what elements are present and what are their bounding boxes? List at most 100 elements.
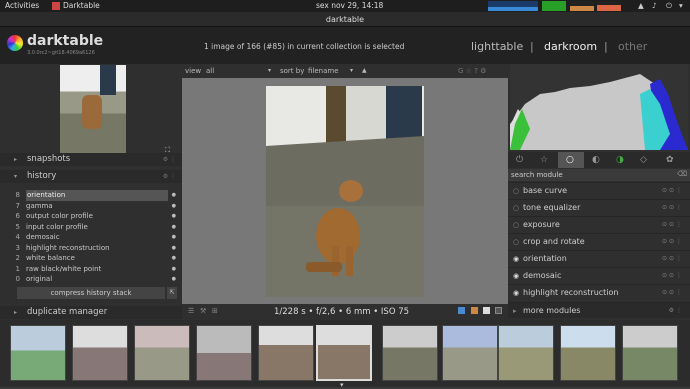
history-section[interactable]: ▾ history ⚙ ⋮ (0, 170, 182, 183)
history-item[interactable]: 7 gamma ● (8, 201, 178, 212)
clock[interactable]: sex nov 29, 14:18 (316, 1, 383, 10)
activities-button[interactable]: Activities (5, 1, 39, 10)
version: 3.0.0rc2~git18.4069a6126 (27, 50, 95, 56)
volume-icon[interactable]: ♪ (652, 1, 657, 10)
star-icon[interactable]: ☆ (540, 155, 548, 165)
history-item[interactable]: 8 orientation ● (8, 190, 178, 201)
view-lighttable[interactable]: lighttable (471, 40, 523, 53)
view-darkroom[interactable]: darkroom (544, 40, 597, 53)
left-panel: ⛶ ▸ snapshots ⚙ ⋮ ▾ history ⚙ ⋮ 8 orienta… (0, 64, 182, 320)
darktable-logo-icon (7, 35, 23, 51)
filmstrip-thumbnail[interactable] (196, 325, 252, 381)
collapse-arrow-icon: ▸ (14, 309, 18, 316)
sort-label: sort by (280, 67, 305, 75)
photo-dog (266, 86, 424, 297)
filmstrip-thumbnail[interactable] (622, 325, 678, 381)
view-separator: | (604, 40, 608, 53)
collapse-arrow-icon: ▸ (14, 156, 18, 163)
more-modules-section[interactable]: ▸ more modules ⚙⋮ (508, 302, 690, 318)
history-item[interactable]: 1 raw black/white point ● (8, 264, 178, 275)
sort-direction-icon[interactable]: ▲ (362, 67, 367, 74)
circle-icon[interactable]: ○ (566, 155, 574, 165)
gamut-icon[interactable] (471, 307, 478, 314)
navigation-thumbnail[interactable] (60, 65, 126, 153)
duplicate-manager-section[interactable]: ▸ duplicate manager (0, 306, 182, 319)
focus-peaking-icon[interactable] (483, 307, 490, 314)
chevron-down-icon[interactable]: ▾ (340, 381, 344, 389)
history-item[interactable]: 4 demosaic ● (8, 232, 178, 243)
compress-history-button[interactable]: compress history stack (17, 287, 165, 299)
history-item[interactable]: 2 white balance ● (8, 253, 178, 264)
history-item[interactable]: 6 output color profile ● (8, 211, 178, 222)
color-icon[interactable]: ◑ (616, 155, 624, 165)
effects-icon[interactable]: ✿ (666, 155, 674, 165)
styles-icon[interactable]: ☰ (188, 307, 194, 315)
module-tone-equalizer[interactable]: ○ tone equalizer ⊙⊙⋮ (508, 199, 690, 215)
correct-icon[interactable]: ◇ (640, 155, 647, 165)
preset-icon[interactable]: ⚙ ⋮ (163, 170, 176, 183)
filmstrip-thumbnail[interactable] (72, 325, 128, 381)
net-graph (597, 1, 621, 11)
view-other[interactable]: other (618, 40, 647, 53)
history-item[interactable]: 0 original ● (8, 274, 178, 285)
history-item[interactable]: 3 highlight reconstruction ● (8, 243, 178, 254)
logo-text: darktable (27, 33, 104, 49)
filmstrip-thumbnail[interactable] (10, 325, 66, 381)
history-list: 8 orientation ● 7 gamma ● 6 output color prof… (8, 190, 178, 285)
collection-info: 1 image of 166 (#85) in current collecti… (204, 42, 405, 51)
power-icon[interactable]: ⏻ (666, 1, 672, 11)
module-demosaic[interactable]: ◉ demosaic ⊙⊙⋮ (508, 267, 690, 283)
filmstrip-thumbnail[interactable] (560, 325, 616, 381)
swap-graph (570, 1, 594, 11)
tone-icon[interactable]: ◐ (592, 155, 600, 165)
module-base-curve[interactable]: ○ base curve ⊙⊙⋮ (508, 182, 690, 198)
memory-graph (542, 1, 566, 11)
system-top-bar: Activities Darktable sex nov 29, 14:18 ▲… (0, 0, 690, 12)
search-module-label: search module (511, 171, 563, 179)
filmstrip-thumbnail-selected[interactable] (316, 325, 372, 381)
module-group-tabs: ⏻ ☆ ○ ◐ ◑ ◇ ✿ (508, 152, 690, 168)
history-label: history (27, 171, 57, 181)
overexposed-icon[interactable] (495, 307, 502, 314)
filmstrip-thumbnail[interactable] (442, 325, 498, 381)
darktable-app-icon (52, 2, 60, 10)
module-orientation[interactable]: ◉ orientation ⊙⊙⋮ (508, 250, 690, 266)
chevron-down-icon[interactable]: ▾ (679, 1, 683, 10)
chevron-down-icon[interactable]: ▾ (350, 67, 353, 74)
power-icon[interactable]: ⏻ (516, 155, 523, 165)
snapshots-label: snapshots (27, 154, 71, 164)
top-toolbar: view all ▾ sort by filename ▾ ▲ G ☆ ? ⚙ (182, 64, 508, 78)
toolbar-icons[interactable]: G ☆ ? ⚙ (458, 67, 486, 75)
network-icon[interactable]: ▲ (638, 1, 644, 10)
view-separator: | (530, 40, 534, 53)
bottom-toolbar: ☰ ⚒ ⊞ 1/228 s • f/2,6 • 6 mm • ISO 75 (182, 304, 508, 320)
app-menu[interactable]: Darktable (63, 1, 100, 10)
module-highlight-reconstruction[interactable]: ◉ highlight reconstruction ⊙⊙⋮ (508, 284, 690, 300)
view-filter-label: view (185, 67, 202, 75)
main-image[interactable] (266, 86, 424, 297)
filmstrip-thumbnail[interactable] (498, 325, 554, 381)
filmstrip-thumbnail[interactable] (382, 325, 438, 381)
history-item[interactable]: 5 input color profile ● (8, 222, 178, 233)
history-save-icon[interactable]: ⇱ (167, 287, 177, 299)
filmstrip-thumbnail[interactable] (258, 325, 314, 381)
window-title: darktable (0, 12, 690, 27)
softproof-icon[interactable] (458, 307, 465, 314)
cpu-graph (488, 1, 538, 11)
filmstrip-thumbnail[interactable] (134, 325, 190, 381)
module-crop-and-rotate[interactable]: ○ crop and rotate ⊙⊙⋮ (508, 233, 690, 249)
preset-icon[interactable]: ⚙ ⋮ (163, 153, 176, 166)
clear-icon[interactable]: ⌫ (677, 170, 687, 178)
right-panel: ⏻ ☆ ○ ◐ ◑ ◇ ✿ search module ⌫ ○ base curv… (508, 64, 690, 320)
center-view: view all ▾ sort by filename ▾ ▲ G ☆ ? ⚙ … (182, 64, 508, 320)
search-module-field[interactable]: search module ⌫ (508, 169, 690, 181)
sort-select[interactable]: filename (308, 67, 339, 75)
histogram[interactable] (510, 64, 688, 150)
presets-icon[interactable]: ⚒ (200, 307, 206, 315)
module-exposure[interactable]: ○ exposure ⊙⊙⋮ (508, 216, 690, 232)
snapshots-section[interactable]: ▸ snapshots ⚙ ⋮ (0, 153, 182, 166)
view-filter-select[interactable]: all (206, 67, 274, 75)
chevron-down-icon[interactable]: ▾ (268, 67, 271, 74)
duplicate-manager-label: duplicate manager (27, 307, 108, 317)
display-icon[interactable]: ⊞ (212, 307, 218, 315)
